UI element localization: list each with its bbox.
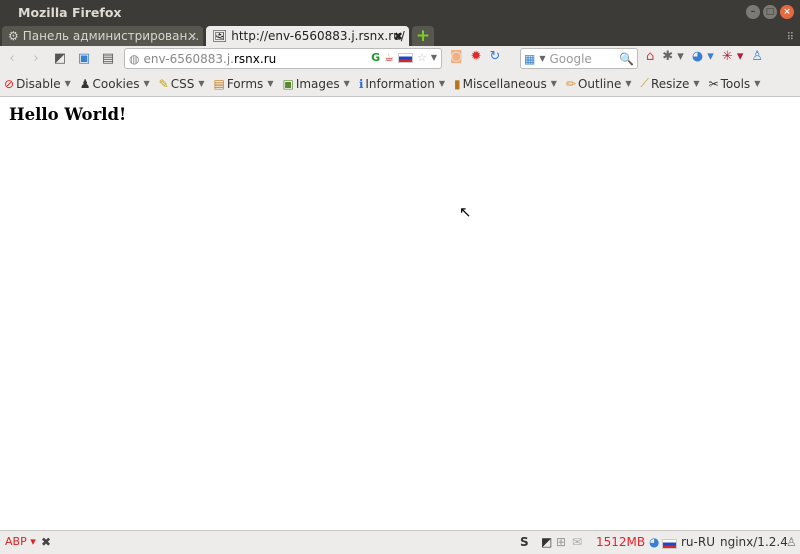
adblock-icon[interactable]: ABP ▾ [5,535,36,548]
red-addon-icon[interactable]: ✹ [471,49,482,64]
devtool-outline[interactable]: ✏ Outline ▼ [566,77,632,91]
url-bar[interactable]: ◍ env-6560883.j. rsnx.ru G ☕ ☆ ▼ [124,48,442,69]
devtool-images[interactable]: ▣ Images ▼ [282,77,349,91]
minimize-button[interactable]: – [746,5,760,19]
memory-usage: 1512MB [596,535,646,549]
disable-icon: ⊘ [4,76,15,91]
new-tab-button[interactable]: + [412,26,434,46]
devtool-miscellaneous[interactable]: ▮ Miscellaneous ▼ [454,77,557,91]
page-content: Hello World! ↖ [0,97,800,530]
mouse-cursor-icon: ↖ [459,203,472,221]
addon-icon[interactable]: ◕ ▾ [692,49,714,64]
firebug-icon[interactable]: ✱ ▾ [662,49,684,64]
devtool-cookies[interactable]: ♟ Cookies ▼ [80,77,150,91]
tab-bar: ⚙ Панель администрирован… ✕ 🖼 http://env… [0,24,800,46]
web-developer-toolbar: ⊘ Disable ▼ ♟ Cookies ▼ ✎ CSS ▼ ▤ Forms ▼ ▣ Image… [0,71,800,97]
navigation-toolbar: ‹ › ◩ ▣ ▤ ◍ env-6560883.j. rsnx.ru G ☕ ☆… [0,46,800,71]
rss-icon[interactable]: ◙ [450,49,463,64]
close-icon[interactable]: ✖ [41,535,51,549]
search-icon[interactable]: 🔍 [619,52,634,66]
grid-icon[interactable]: ⊞ [556,535,566,549]
server-label: nginx/1.2.4 [720,535,788,549]
devtool-forms[interactable]: ▤ Forms ▼ [213,77,273,91]
window-icon[interactable]: ▣ [72,51,96,66]
title-bar: Mozilla Firefox – □ × [0,0,800,24]
tab-admin-panel[interactable]: ⚙ Панель администрирован… ✕ [2,26,203,46]
close-tab-icon[interactable]: ✖ [394,30,403,43]
devtool-resize[interactable]: ⟋ Resize ▼ [641,76,700,91]
maximize-button[interactable]: □ [763,5,777,19]
tab-env-site[interactable]: 🖼 http://env-6560883.j.rsnx.ru/ ✖ [206,26,409,46]
forms-icon: ▤ [213,76,225,91]
url-prefix: env-6560883.j. [143,51,234,66]
devtool-disable[interactable]: ⊘ Disable ▼ [4,77,71,91]
bookmarks-icon[interactable]: ◩ [541,535,552,549]
java-icon[interactable]: ☕ [384,51,394,64]
info-icon: ℹ [358,76,364,91]
page-heading: Hello World! [9,105,127,124]
ruler-icon: ⟋ [640,76,649,90]
page-favicon-icon: 🖼 [212,29,228,43]
back-button[interactable]: ‹ [0,51,24,66]
chevron-down-icon[interactable]: ▼ [431,53,437,62]
misc-icon: ▮ [454,76,461,91]
ghostery-icon[interactable]: ♙ [751,49,763,64]
devtool-css[interactable]: ✎ CSS ▼ [159,77,205,91]
gear-icon: ⚙ [8,29,19,43]
tab-label: Панель администрирован… [22,29,200,43]
addon-icon[interactable]: ◕ [649,535,659,549]
window-title: Mozilla Firefox [18,5,122,20]
images-icon: ▣ [282,76,294,91]
s-icon[interactable]: S [520,535,529,549]
search-input[interactable]: ▦ ▼ Google 🔍 [520,48,638,69]
tab-label: http://env-6560883.j.rsnx.ru/ [231,29,405,43]
css-wand-icon: ✎ [158,76,169,91]
url-domain: rsnx.ru [234,51,277,66]
cookies-icon: ♟ [79,76,91,91]
bookmarks-icon[interactable]: ◩ [48,51,72,66]
home-icon[interactable]: ⌂ [646,49,654,64]
devtool-information[interactable]: ℹ Information ▼ [359,77,445,91]
reload-icon[interactable]: ↻ [490,49,501,64]
globe-icon: ◍ [129,51,140,66]
tools-icon: ✂ [708,76,719,91]
star-icon[interactable]: ☆ [417,51,427,64]
mail-icon[interactable]: ✉ [572,535,582,549]
close-window-button[interactable]: × [780,5,794,19]
forward-button[interactable]: › [24,51,48,66]
russia-flag-icon [662,539,677,549]
russia-flag-icon [397,52,413,63]
search-placeholder: Google [549,51,592,66]
ghost-icon[interactable]: ♙ [786,535,797,549]
google-icon[interactable]: ▦ [524,52,535,66]
clipboard-icon[interactable]: ▤ [96,51,120,66]
status-bar: ABP ▾ ✖ S ◩ ⊞ ✉ 1512MB ◕ ru-RU nginx/1.2… [0,530,800,554]
close-tab-icon[interactable]: ✕ [188,30,197,43]
pencil-icon: ✏ [565,76,576,91]
grid-icon[interactable]: ⠿ [787,32,794,43]
locale-label[interactable]: ru-RU [681,535,715,549]
g-icon[interactable]: G [371,51,380,64]
devtool-tools[interactable]: ✂ Tools ▼ [709,77,761,91]
chevron-down-icon[interactable]: ▼ [539,54,545,63]
lastpass-icon[interactable]: ✳ ▾ [722,49,744,64]
